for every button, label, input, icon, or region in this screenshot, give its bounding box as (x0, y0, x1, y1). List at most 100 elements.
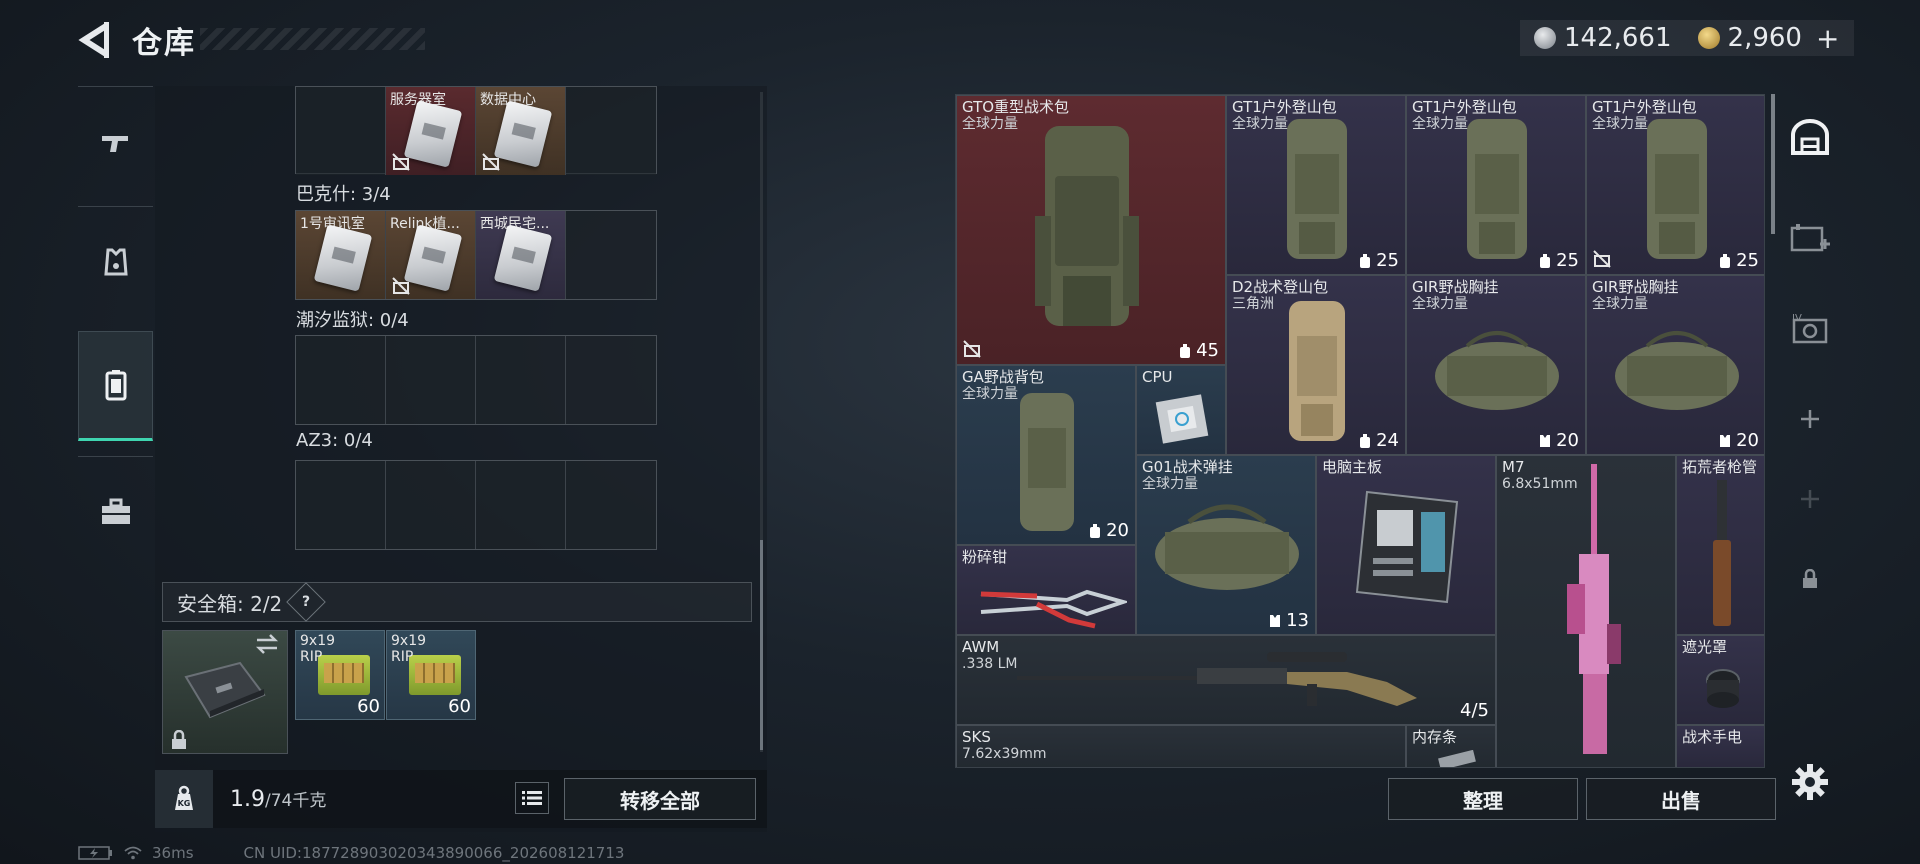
rifle-image (1567, 464, 1621, 754)
weight-current: 1.9 (230, 787, 265, 812)
item-capacity: 45 (1178, 340, 1219, 361)
category-tabs (78, 86, 153, 570)
stash-item-m7-rifle[interactable]: M7 6.8x51mm (1496, 455, 1676, 767)
item-capacity: 13 (1268, 610, 1309, 631)
add-stash-tab-button[interactable] (1785, 214, 1835, 264)
weight-readout: 1.9/74千克 (230, 786, 326, 812)
keycard-row-top: 服务器室 数据中心 (295, 86, 657, 175)
sort-button[interactable]: 整理 (1388, 778, 1578, 820)
ammo-item[interactable]: 9x19 RIP 60 (386, 630, 476, 720)
stash-item-cpu[interactable]: CPU (1136, 365, 1226, 455)
tab-toolbox[interactable] (78, 456, 153, 566)
stash-item-awm-rifle[interactable]: AWM .338 LM 4/5 (956, 635, 1496, 725)
stash-item-ga-pack[interactable]: GA野战背包 全球力量 20 (956, 365, 1136, 545)
expand-stash-button-disabled (1785, 474, 1835, 524)
back-arrow-icon[interactable] (78, 22, 114, 58)
stash-item-pliers[interactable]: 粉碎钳 (956, 545, 1136, 635)
capacity-value: 20 (1556, 430, 1579, 451)
stash-tab-iv-button[interactable]: IV (1785, 304, 1835, 354)
gear-icon[interactable] (1790, 762, 1830, 802)
keycard-slot[interactable] (476, 336, 566, 424)
backpack-capacity-icon (1090, 523, 1101, 538)
capacity-value: 25 (1736, 250, 1759, 271)
keycard-slot[interactable] (566, 461, 656, 549)
expand-stash-button[interactable] (1785, 394, 1835, 444)
help-button[interactable]: ? (286, 582, 327, 622)
keycard-slot[interactable]: 西城民宅... (476, 211, 566, 299)
stash-item-gto-pack[interactable]: GTO重型战术包 全球力量 45 (956, 95, 1226, 365)
barrel-image (1713, 480, 1731, 626)
stash-item-ram[interactable]: 内存条 (1406, 725, 1496, 767)
tab-keycards[interactable] (78, 331, 153, 441)
item-capacity: 25 (1718, 250, 1759, 271)
stash-item-lens-shade[interactable]: 遮光罩 (1676, 635, 1764, 725)
pliers-image (980, 589, 1127, 629)
stash-item-barrel[interactable]: 拓荒者枪管 (1676, 455, 1764, 635)
add-currency-button[interactable]: + (1816, 22, 1839, 55)
capacity-value: 13 (1286, 610, 1309, 631)
item-faction: 全球力量 (1592, 296, 1648, 312)
stash-item-flashlight[interactable]: 战术手电 (1676, 725, 1764, 767)
stash-item-g01-rig[interactable]: G01战术弹挂 全球力量 13 (1136, 455, 1316, 635)
gold-amount: 2,960 (1727, 23, 1802, 53)
list-view-button[interactable] (515, 782, 549, 814)
item-capacity: 20 (1538, 430, 1579, 451)
gold-coin-icon (1697, 27, 1720, 49)
keycard-slot[interactable]: 服务器室 (386, 87, 476, 175)
locked-stash-tab (1785, 554, 1835, 604)
swap-icon[interactable] (255, 634, 279, 654)
backpack-image (1035, 126, 1139, 326)
stash-item-gt1-pack[interactable]: GT1户外登山包 全球力量 25 (1586, 95, 1764, 275)
left-scrollbar-thumb[interactable] (760, 540, 763, 750)
cpu-image (1155, 394, 1209, 444)
ammo-item[interactable]: 9x19 RIP 60 (295, 630, 385, 720)
no-trade-icon (392, 153, 410, 171)
stash-item-motherboard[interactable]: 电脑主板 (1316, 455, 1496, 635)
plus-icon (1801, 490, 1819, 508)
keycard-slot[interactable] (296, 87, 386, 175)
stash-item-gir-rig[interactable]: GIR野战胸挂 全球力量 20 (1406, 275, 1586, 455)
stash-item-sks-rifle[interactable]: SKS 7.62x39mm (956, 725, 1406, 767)
item-faction: 全球力量 (1142, 476, 1198, 492)
safebox-header: 安全箱: 2/2 ? (162, 582, 752, 622)
tab-weapons[interactable] (78, 86, 153, 196)
keycard-slot[interactable] (476, 461, 566, 549)
stash-item-gt1-pack[interactable]: GT1户外登山包 全球力量 25 (1406, 95, 1586, 275)
backpack-image (1647, 119, 1707, 259)
stash-item-d2-pack[interactable]: D2战术登山包 三角洲 24 (1226, 275, 1406, 455)
keycard-slot[interactable]: Relink植... (386, 211, 476, 299)
item-capacity: 4/5 (1460, 700, 1489, 721)
stash-item-gir-rig[interactable]: GIR野战胸挂 全球力量 20 (1586, 275, 1764, 455)
safebox-label: 安全箱: 2/2 (177, 591, 283, 616)
stash-home-button[interactable] (1785, 112, 1835, 162)
keycard-slot[interactable] (296, 461, 386, 549)
stash-item-gt1-pack[interactable]: GT1户外登山包 全球力量 25 (1226, 95, 1406, 275)
keycard-slot[interactable]: 数据中心 (476, 87, 566, 175)
list-icon (522, 791, 542, 805)
item-faction: 全球力量 (962, 116, 1018, 132)
tab-armor[interactable] (78, 206, 153, 316)
transfer-all-button[interactable]: 转移全部 (564, 778, 756, 820)
sell-button[interactable]: 出售 (1586, 778, 1776, 820)
warehouse-icon (1791, 119, 1829, 155)
keycard-slot[interactable] (296, 336, 386, 424)
gun-icon (101, 135, 128, 152)
keycard-slot[interactable] (566, 336, 656, 424)
keycard-image (493, 224, 553, 292)
item-name: GIR野战胸挂 (1412, 278, 1499, 296)
item-name: 粉碎钳 (962, 548, 1008, 566)
backpack-image (1467, 119, 1527, 259)
keycard-slot[interactable]: 1号审讯室 (296, 211, 386, 299)
keycard-slot[interactable] (566, 211, 656, 299)
status-bar: 36ms CN UID:187728903020343890066_202608… (78, 844, 624, 862)
capacity-value: 45 (1196, 340, 1219, 361)
keycard-slot[interactable] (386, 461, 476, 549)
keycard-row-az3 (295, 460, 657, 550)
backpack-capacity-icon (1720, 253, 1731, 268)
keycard-slot[interactable] (386, 336, 476, 424)
item-name: GIR野战胸挂 (1592, 278, 1679, 296)
backpack-capacity-icon (1360, 253, 1371, 268)
no-trade-icon (482, 153, 500, 171)
rig-capacity-icon (1540, 434, 1551, 447)
keycard-slot[interactable] (566, 87, 656, 175)
